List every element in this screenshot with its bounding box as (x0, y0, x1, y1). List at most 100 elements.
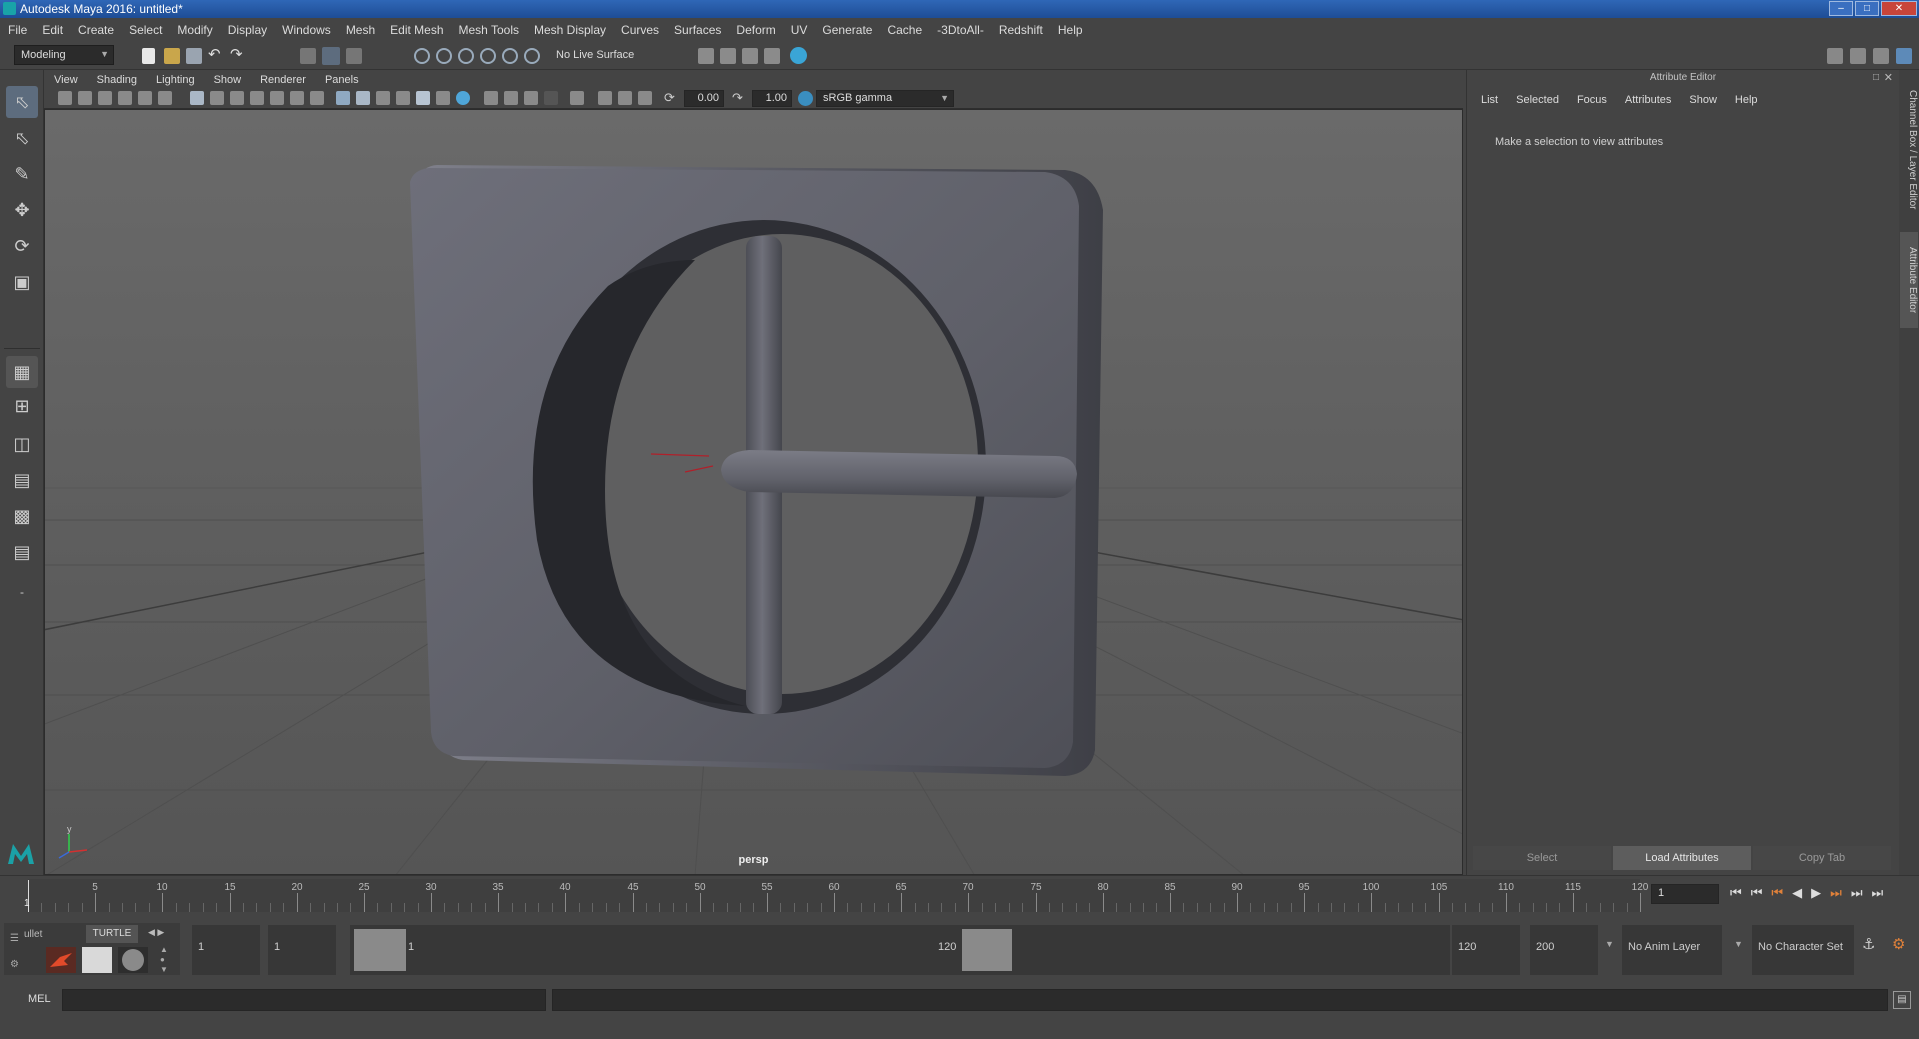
render-shelf-icon[interactable] (82, 947, 112, 973)
redshift-shelf-icon[interactable] (46, 947, 76, 973)
camera-attributes-icon[interactable] (78, 91, 92, 105)
shadows-icon[interactable] (484, 91, 498, 105)
undo-icon[interactable]: ↶ (208, 47, 224, 64)
chevron-down-icon[interactable]: ▼ (1605, 939, 1614, 949)
playback-end-field[interactable]: 120 (1458, 941, 1476, 953)
float-panel-icon[interactable]: □ (1873, 72, 1879, 83)
go-to-start-icon[interactable]: ⏮ (1730, 885, 1742, 901)
menu-modify[interactable]: Modify (177, 23, 212, 37)
time-ruler[interactable]: 5 10 15 20 25 30 35 40 45 50 55 60 65 70 75 80 85 90 95 100… (28, 879, 1648, 912)
persp-outliner-layout-icon[interactable]: ◫ (6, 428, 38, 460)
menu-generate[interactable]: Generate (822, 23, 872, 37)
tab-channel-box[interactable]: Channel Box / Layer Editor (1900, 80, 1918, 220)
perspective-viewport[interactable]: y persp (44, 109, 1463, 875)
live-surface-field[interactable]: No Live Surface (550, 46, 646, 66)
image-plane-icon[interactable] (118, 91, 132, 105)
menu-surfaces[interactable]: Surfaces (674, 23, 721, 37)
menu-file[interactable]: File (8, 23, 27, 37)
menu-mesh-display[interactable]: Mesh Display (534, 23, 606, 37)
exposure-reset-icon[interactable]: ⟳ (664, 91, 680, 107)
four-view-layout-icon[interactable]: ⊞ (6, 390, 38, 422)
shelf-tab-scroll-icon[interactable]: ◀ ▶ (148, 927, 164, 938)
shelf-tab-bullet[interactable]: ullet (24, 929, 42, 940)
safe-title-icon[interactable] (310, 91, 324, 105)
select-hierarchy-icon[interactable] (300, 48, 316, 64)
gate-mask-icon[interactable] (250, 91, 264, 105)
scale-tool-icon[interactable]: ▣ (6, 266, 38, 298)
snap-curve-icon[interactable] (436, 48, 452, 64)
anti-aliasing-icon[interactable] (544, 91, 558, 105)
menu-create[interactable]: Create (78, 23, 114, 37)
go-to-end-icon[interactable]: ⏭ (1872, 885, 1884, 901)
render-settings-icon[interactable] (764, 48, 780, 64)
menu-help[interactable]: Help (1058, 23, 1083, 37)
smooth-shade-icon[interactable] (356, 91, 370, 105)
copy-tab-button[interactable]: Copy Tab (1753, 846, 1891, 870)
redo-icon[interactable]: ↷ (230, 47, 246, 64)
backface-culling-icon[interactable] (638, 91, 652, 105)
step-forward-key-icon[interactable]: ⏭ (1851, 885, 1863, 901)
field-chart-icon[interactable] (270, 91, 284, 105)
default-material-icon[interactable] (376, 91, 390, 105)
shelf-menu-icon[interactable]: ☰ (10, 933, 19, 944)
viewport-menu-lighting[interactable]: Lighting (156, 74, 195, 86)
shelf-tab-turtle[interactable]: TURTLE (86, 925, 138, 943)
lasso-tool-icon[interactable]: ⬁ (6, 122, 38, 154)
sphere-shelf-icon[interactable] (118, 947, 148, 973)
viewport-menu-renderer[interactable]: Renderer (260, 74, 306, 86)
range-end-handle[interactable] (962, 929, 1012, 971)
ae-menu-list[interactable]: List (1481, 94, 1498, 106)
save-scene-icon[interactable] (186, 48, 202, 64)
step-forward-frame-icon[interactable]: ⏭ (1830, 885, 1842, 901)
mode-dropdown[interactable]: Modeling ▼ (14, 45, 114, 65)
color-management-icon[interactable] (798, 91, 813, 106)
bookmark-icon[interactable] (98, 91, 112, 105)
paint-select-tool-icon[interactable]: ✎ (6, 158, 38, 190)
select-tool-icon[interactable]: ⬁ (6, 86, 38, 118)
script-editor-icon[interactable]: ▤ (1893, 991, 1911, 1009)
ae-menu-selected[interactable]: Selected (1516, 94, 1559, 106)
toggle-attribute-editor-icon[interactable] (1896, 48, 1912, 64)
grease-pencil-icon[interactable] (158, 91, 172, 105)
ae-menu-show[interactable]: Show (1689, 94, 1717, 106)
step-back-key-icon[interactable]: ⏮ (1751, 885, 1763, 901)
shelf-settings-icon[interactable]: ⚙ (10, 959, 19, 970)
menu-display[interactable]: Display (228, 23, 267, 37)
persp-graph-layout-icon[interactable]: ▤ (6, 464, 38, 496)
select-component-icon[interactable] (346, 48, 362, 64)
render-frame-icon[interactable] (720, 48, 736, 64)
time-slider[interactable]: 5 10 15 20 25 30 35 40 45 50 55 60 65 70 75 80 85 90 95 100… (0, 875, 1919, 917)
render-view-icon[interactable] (698, 48, 714, 64)
open-scene-icon[interactable] (164, 48, 180, 64)
end-time-field[interactable]: 200 (1536, 941, 1554, 953)
menu-select[interactable]: Select (129, 23, 162, 37)
step-back-frame-icon[interactable]: ⏮ (1771, 885, 1783, 901)
toggle-panels-icon[interactable] (1873, 48, 1889, 64)
snap-surface-icon[interactable] (502, 48, 518, 64)
snap-grid-icon[interactable] (414, 48, 430, 64)
twod-pan-zoom-icon[interactable] (138, 91, 152, 105)
safe-action-icon[interactable] (290, 91, 304, 105)
hypershade-icon[interactable] (790, 47, 807, 64)
ipr-render-icon[interactable] (742, 48, 758, 64)
color-space-dropdown[interactable]: sRGB gamma ▼ (816, 90, 954, 107)
start-time-field[interactable]: 1 (198, 941, 204, 953)
move-tool-icon[interactable]: ✥ (6, 194, 38, 226)
resolution-gate-icon[interactable] (230, 91, 244, 105)
film-gate-icon[interactable] (210, 91, 224, 105)
load-attributes-button[interactable]: Load Attributes (1613, 846, 1751, 870)
workspace-icon[interactable] (1827, 48, 1843, 64)
snap-view-icon[interactable] (480, 48, 496, 64)
menu-edit-mesh[interactable]: Edit Mesh (390, 23, 443, 37)
menu-curves[interactable]: Curves (621, 23, 659, 37)
new-scene-icon[interactable] (142, 48, 155, 64)
ambient-occlusion-icon[interactable] (504, 91, 518, 105)
xray-joints-icon[interactable] (598, 91, 612, 105)
snap-point-icon[interactable] (458, 48, 474, 64)
persp-hypershade-layout-icon[interactable]: ▩ (6, 500, 38, 532)
exposure-field[interactable]: 0.00 (684, 90, 724, 107)
wireframe-icon[interactable] (336, 91, 350, 105)
character-set-box[interactable]: No Character Set (1752, 925, 1854, 975)
scene-canvas[interactable]: y (45, 110, 1463, 875)
isolate-select-icon[interactable] (570, 91, 584, 105)
